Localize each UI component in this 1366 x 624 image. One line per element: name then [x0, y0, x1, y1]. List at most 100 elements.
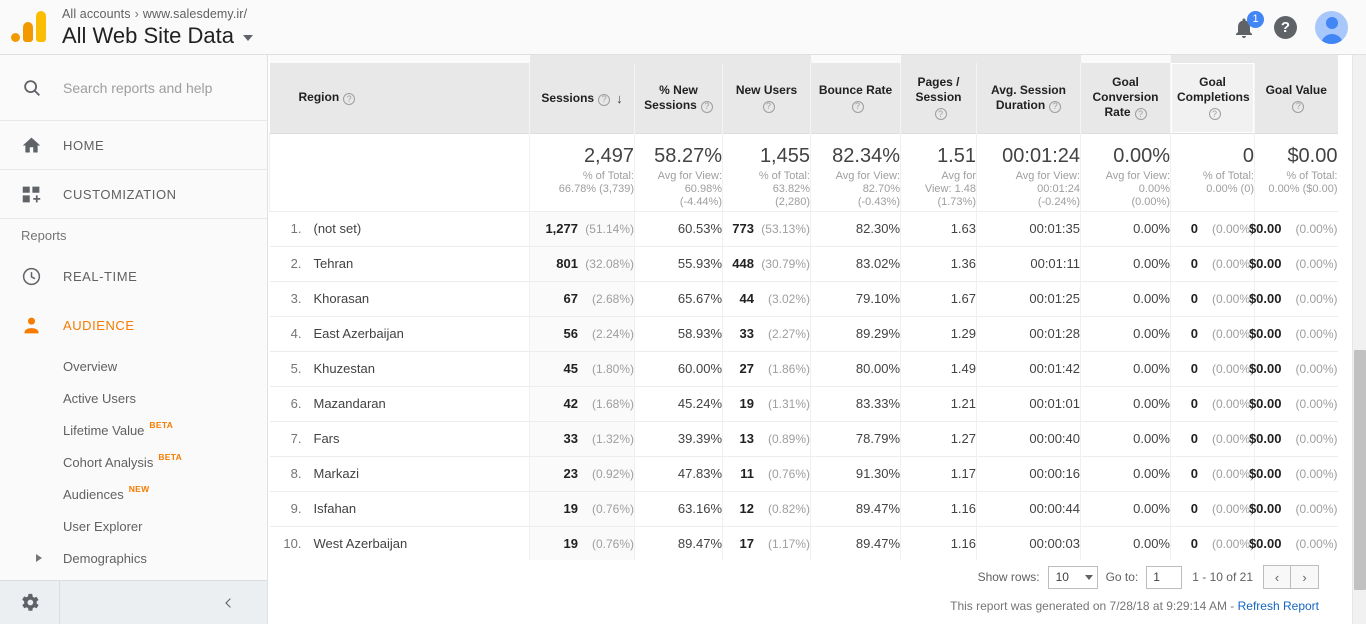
scrollbar-thumb[interactable]: [1354, 350, 1366, 590]
cell-pages-session: 1.67: [900, 280, 977, 316]
table-row[interactable]: 9. Isfahan 19 (0.76%) 63.16% 12 (0.82%) 89.47% 1…: [269, 490, 1338, 526]
gear-icon[interactable]: [0, 581, 60, 624]
table-row[interactable]: 4. East Azerbaijan 56 (2.24%) 58.93% 33 (2.27%…: [269, 315, 1338, 351]
column-header-pages-session[interactable]: Pages / Session?: [900, 63, 977, 133]
metric-value: $0.00: [1248, 361, 1282, 376]
cell-bounce-rate: 89.47%: [810, 525, 901, 561]
region-name-link[interactable]: Khorasan: [314, 291, 370, 306]
column-header-avg-session-duration[interactable]: Avg. Session Duration?: [976, 63, 1081, 133]
metric-percent: (2.68%): [591, 292, 634, 306]
help-icon[interactable]: ?: [1274, 16, 1297, 39]
region-name-link[interactable]: Tehran: [314, 256, 354, 271]
person-icon: [21, 315, 63, 336]
sidebar-item-customization[interactable]: CUSTOMIZATION: [0, 170, 267, 219]
sidebar-item-home[interactable]: HOME: [0, 121, 267, 170]
metric-value: 33: [563, 431, 578, 446]
refresh-report-link[interactable]: Refresh Report: [1238, 599, 1319, 613]
sidebar-item-audiences[interactable]: Audiences NEW: [0, 478, 267, 510]
breadcrumb-account[interactable]: All accounts: [62, 7, 131, 21]
help-tooltip-icon[interactable]: ?: [1292, 100, 1305, 113]
goto-page-input[interactable]: [1146, 565, 1183, 589]
cell-goal-value: $0.00 (0.00%): [1249, 280, 1338, 316]
account-selector[interactable]: All accounts › www.salesdemy.ir/ All Web S…: [62, 4, 254, 50]
search-input[interactable]: [63, 79, 253, 96]
table-row[interactable]: 10. West Azerbaijan 19 (0.76%) 89.47% 17 (1.17…: [269, 525, 1338, 561]
sidebar-item-active-users[interactable]: Active Users: [0, 382, 267, 414]
table-row[interactable]: 8. Markazi 23 (0.92%) 47.83% 11 (0.76%) 91.30% 1…: [269, 455, 1338, 491]
metric-value: 27: [739, 361, 754, 376]
sidebar-item-cohort-analysis[interactable]: Cohort Analysis BETA: [0, 446, 267, 478]
region-name-link[interactable]: Khuzestan: [314, 361, 375, 376]
help-tooltip-icon[interactable]: ?: [1049, 100, 1062, 113]
help-tooltip-icon[interactable]: ?: [1134, 108, 1147, 121]
table-row[interactable]: 5. Khuzestan 45 (1.80%) 60.00% 27 (1.86%) 80.00…: [269, 350, 1338, 386]
column-header-goal-completions[interactable]: Goal Completions?: [1170, 63, 1255, 133]
region-name-link[interactable]: West Azerbaijan: [314, 536, 408, 551]
beta-badge: BETA: [158, 452, 183, 462]
column-header-goal-conversion-rate[interactable]: Goal Conversion Rate?: [1080, 63, 1171, 133]
row-rank: 5.: [290, 361, 302, 376]
help-tooltip-icon[interactable]: ?: [1208, 108, 1221, 121]
column-header-region[interactable]: Region?: [269, 63, 530, 133]
vertical-scrollbar[interactable]: [1352, 55, 1366, 624]
table-row[interactable]: 6. Mazandaran 42 (1.68%) 45.24% 19 (1.31%) 83.3…: [269, 385, 1338, 421]
region-name-link[interactable]: (not set): [314, 221, 362, 236]
table-row[interactable]: 7. Fars 33 (1.32%) 39.39% 13 (0.89%) 78.79% 1.27…: [269, 420, 1338, 456]
table-row[interactable]: 1. (not set) 1,277 (51.14%) 60.53% 773 (53.13%…: [269, 210, 1338, 246]
page-nav-buttons: ‹ ›: [1263, 565, 1319, 589]
column-label: Goal Conversion Rate: [1092, 75, 1159, 120]
help-tooltip-icon[interactable]: ?: [700, 100, 713, 113]
sidebar-item-label: CUSTOMIZATION: [63, 186, 177, 202]
column-header-bounce-rate[interactable]: Bounce Rate?: [810, 63, 901, 133]
help-tooltip-icon[interactable]: ?: [851, 100, 864, 113]
column-header-goal-value[interactable]: Goal Value?: [1254, 63, 1338, 133]
sidebar-item-lifetime-value[interactable]: Lifetime Value BETA: [0, 414, 267, 446]
show-rows-select[interactable]: 10: [1047, 565, 1098, 589]
metric-value: 13: [739, 431, 754, 446]
page-title[interactable]: All Web Site Data: [62, 22, 254, 50]
cell-sessions: 23 (0.92%): [529, 455, 635, 491]
help-tooltip-icon[interactable]: ?: [934, 108, 947, 121]
metric-value: 23: [563, 466, 578, 481]
region-name-link[interactable]: Mazandaran: [314, 396, 386, 411]
group-gap-1: [810, 55, 901, 63]
help-tooltip-icon[interactable]: ?: [598, 93, 611, 106]
sidebar-item-overview[interactable]: Overview: [0, 350, 267, 382]
region-name-link[interactable]: Isfahan: [314, 501, 357, 516]
bell-icon[interactable]: 1: [1232, 10, 1264, 40]
sort-descending-icon[interactable]: ↓: [616, 91, 623, 106]
cell-sessions: 1,277 (51.14%): [529, 210, 635, 246]
metric-value: 0: [1190, 256, 1198, 271]
cell-new-users: 27 (1.86%): [722, 350, 811, 386]
metric-percent: (2.27%): [767, 327, 810, 341]
table-row[interactable]: 3. Khorasan 67 (2.68%) 65.67% 44 (3.02%) 79.10%…: [269, 280, 1338, 316]
next-page-button[interactable]: ›: [1291, 565, 1319, 589]
collapse-sidebar-button[interactable]: [60, 581, 267, 624]
help-tooltip-icon[interactable]: ?: [343, 93, 356, 106]
sidebar-item-real-time[interactable]: REAL-TIME: [0, 252, 267, 301]
breadcrumb-property[interactable]: www.salesdemy.ir/: [143, 7, 247, 21]
sidebar-section-reports: Reports: [21, 228, 67, 243]
metric-percent: (51.14%): [585, 222, 634, 236]
column-header-new-users[interactable]: New Users?: [722, 63, 811, 133]
region-name-link[interactable]: East Azerbaijan: [314, 326, 404, 341]
group-behavior: [900, 55, 1081, 63]
region-name-link[interactable]: Markazi: [314, 466, 360, 481]
help-tooltip-icon[interactable]: ?: [762, 100, 775, 113]
sidebar-item-demographics[interactable]: Demographics: [0, 542, 267, 574]
column-header-sessions[interactable]: Sessions? ↓: [529, 63, 635, 133]
report-table-area: Region? Sessions? ↓ % New Sessions? New Us…: [269, 55, 1338, 561]
sidebar-item-user-explorer[interactable]: User Explorer: [0, 510, 267, 542]
previous-page-button[interactable]: ‹: [1263, 565, 1291, 589]
sidebar-item-audience[interactable]: AUDIENCE: [0, 301, 267, 350]
summary-value: 0: [1242, 144, 1254, 167]
summary-subtext: Avg for View: 1.48 (1.73%): [924, 169, 976, 208]
metric-value: 56: [563, 326, 578, 341]
avatar[interactable]: [1315, 11, 1348, 44]
table-row[interactable]: 2. Tehran 801 (32.08%) 55.93% 448 (30.79%) 83.0…: [269, 245, 1338, 281]
metric-percent: (0.00%): [1295, 222, 1338, 236]
search-reports-row[interactable]: [0, 55, 267, 121]
region-name-link[interactable]: Fars: [314, 431, 340, 446]
column-header-new-sessions-pct[interactable]: % New Sessions?: [634, 63, 723, 133]
cell-goal-value: $0.00 (0.00%): [1249, 210, 1338, 246]
